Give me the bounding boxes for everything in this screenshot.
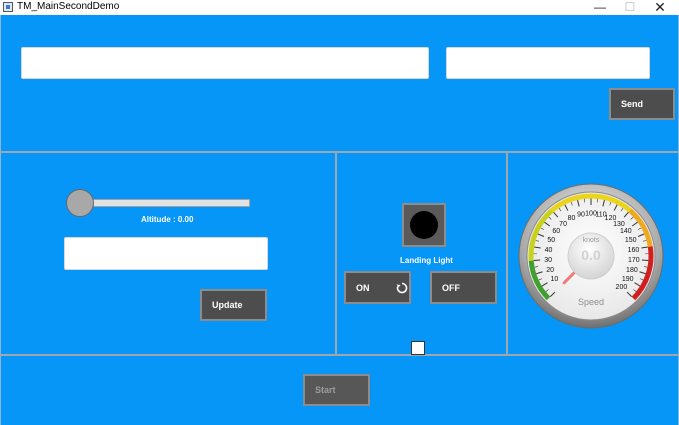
altitude-slider-track[interactable] [80, 199, 250, 207]
gauge-tick-label: 150 [625, 237, 637, 244]
update-button-label: Update [212, 300, 243, 310]
landing-light-label: Landing Light [400, 256, 453, 265]
gauge-tick-label: 90 [577, 212, 585, 219]
divider-bottom [0, 354, 679, 356]
start-button-label: Start [315, 385, 336, 395]
light-off-button-label: OFF [442, 282, 460, 293]
target-input[interactable] [446, 47, 650, 79]
altitude-label: Altitude : 0.00 [141, 215, 194, 224]
send-button[interactable]: Send [609, 88, 675, 120]
gauge-tick-label: 170 [628, 257, 640, 264]
altitude-slider-thumb[interactable] [66, 189, 94, 217]
divider-right [506, 152, 508, 355]
start-button[interactable]: Start [303, 374, 370, 406]
minimize-button[interactable]: — [585, 0, 615, 15]
message-input[interactable] [21, 47, 429, 79]
gauge-tick [641, 259, 649, 262]
send-button-label: Send [621, 99, 644, 109]
gauge-tick-label: 80 [568, 215, 576, 222]
close-button[interactable]: ✕ [645, 0, 675, 15]
light-on-button-label: ON [356, 282, 370, 293]
landing-light-lamp [410, 211, 438, 239]
gauge-title: Speed [578, 297, 604, 307]
gauge-tick-label: 190 [622, 276, 634, 283]
gauge-tick-label: 130 [613, 221, 625, 228]
gauge-tick [533, 259, 541, 262]
gauge-tick-label: 160 [628, 247, 640, 254]
gauge-tick-label: 180 [626, 267, 638, 274]
landing-light-indicator [402, 203, 446, 247]
divider-left [335, 152, 337, 355]
gauge-tick-label: 10 [550, 276, 558, 283]
gauge-tick-label: 60 [552, 228, 560, 235]
gauge-tick-label: 200 [616, 284, 628, 291]
gauge-value: 0.0 [581, 247, 601, 263]
gauge-tick-label: 70 [559, 221, 567, 228]
light-on-button[interactable]: ON [344, 271, 411, 304]
divider-top [0, 151, 679, 153]
altitude-input[interactable] [64, 237, 268, 270]
window-title: TM_MainSecondDemo [17, 1, 120, 12]
title-bar: TM_MainSecondDemo — ☐ ✕ [0, 0, 679, 15]
maximize-button[interactable]: ☐ [615, 0, 645, 15]
gauge-tick-label: 50 [547, 237, 555, 244]
gauge-tick-label: 40 [545, 247, 553, 254]
update-button[interactable]: Update [200, 289, 267, 321]
landing-light-checkbox[interactable] [411, 341, 425, 355]
light-off-button[interactable]: OFF [430, 271, 497, 304]
gauge-tick-label: 140 [620, 228, 632, 235]
speed-gauge: 1020304050607080 90 1001101201301401501601… [518, 183, 664, 329]
gauge-unit: knots [583, 237, 600, 244]
app-icon [3, 2, 13, 12]
gauge-tick-label: 20 [546, 267, 554, 274]
gauge-tick-label: 30 [544, 257, 552, 264]
refresh-icon [396, 282, 408, 294]
